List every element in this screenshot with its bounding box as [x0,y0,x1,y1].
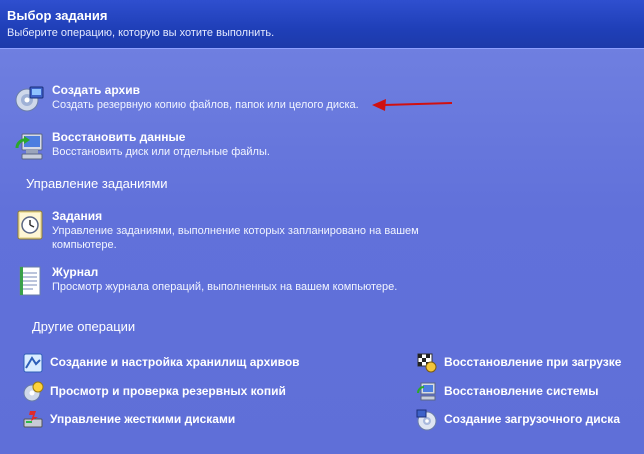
startup-recovery-icon [417,353,437,373]
op-verify-backups[interactable]: Просмотр и проверка резервных копий [22,381,312,402]
page-header: Выбор задания Выберите операцию, которую… [0,0,644,49]
op-disk-management-label[interactable]: Управление жесткими дисками [50,412,235,426]
page-title: Выбор задания [7,8,108,23]
op-verify-backups-label[interactable]: Просмотр и проверка резервных копий [50,384,286,398]
log-document-icon [19,266,41,296]
backup-disc-icon [15,86,44,112]
op-startup-recovery[interactable]: Восстановление при загрузке [416,353,642,373]
task-create-backup-label[interactable]: Создать архив [52,83,140,97]
archive-storage-icon [23,353,43,373]
task-log-desc: Просмотр журнала операций, выполненных н… [52,281,398,293]
op-startup-recovery-label[interactable]: Восстановление при загрузке [444,355,621,369]
op-bootable-disc-label[interactable]: Создание загрузочного диска [444,412,620,426]
page-subtitle: Выберите операцию, которую вы хотите вып… [7,27,275,39]
op-archive-storage[interactable]: Создание и настройка хранилищ архивов [22,353,312,373]
section-title-other-operations: Другие операции [32,319,136,334]
disk-management-icon [23,411,43,428]
bootable-disc-icon [416,409,437,431]
restore-computer-icon [15,133,43,160]
op-system-restore[interactable]: Восстановление системы [416,382,642,402]
task-create-backup[interactable]: Создать архив Создать резервную копию фа… [14,83,434,115]
task-scheduled-tasks[interactable]: Задания Управление заданиями, выполнение… [14,209,444,251]
task-scheduled-tasks-label[interactable]: Задания [52,209,102,223]
task-restore-data-label[interactable]: Восстановить данные [52,130,185,144]
red-arrow-icon [372,99,453,111]
op-bootable-disc[interactable]: Создание загрузочного диска [416,409,642,431]
task-log[interactable]: Журнал Просмотр журнала операций, выполн… [14,265,444,297]
verify-backup-icon [23,381,44,402]
task-log-label[interactable]: Журнал [52,265,98,279]
task-restore-data[interactable]: Восстановить данные Восстановить диск ил… [14,130,434,162]
op-system-restore-label[interactable]: Восстановление системы [444,384,599,398]
op-archive-storage-label[interactable]: Создание и настройка хранилищ архивов [50,355,300,369]
system-restore-icon [417,382,436,401]
task-scheduled-tasks-desc: Управление заданиями, выполнение которых… [52,225,419,251]
section-title-task-management: Управление заданиями [26,176,168,191]
op-disk-management[interactable]: Управление жесткими дисками [22,410,312,430]
task-restore-data-desc: Восстановить диск или отдельные файлы. [52,146,270,158]
clock-tasks-icon [17,210,43,240]
